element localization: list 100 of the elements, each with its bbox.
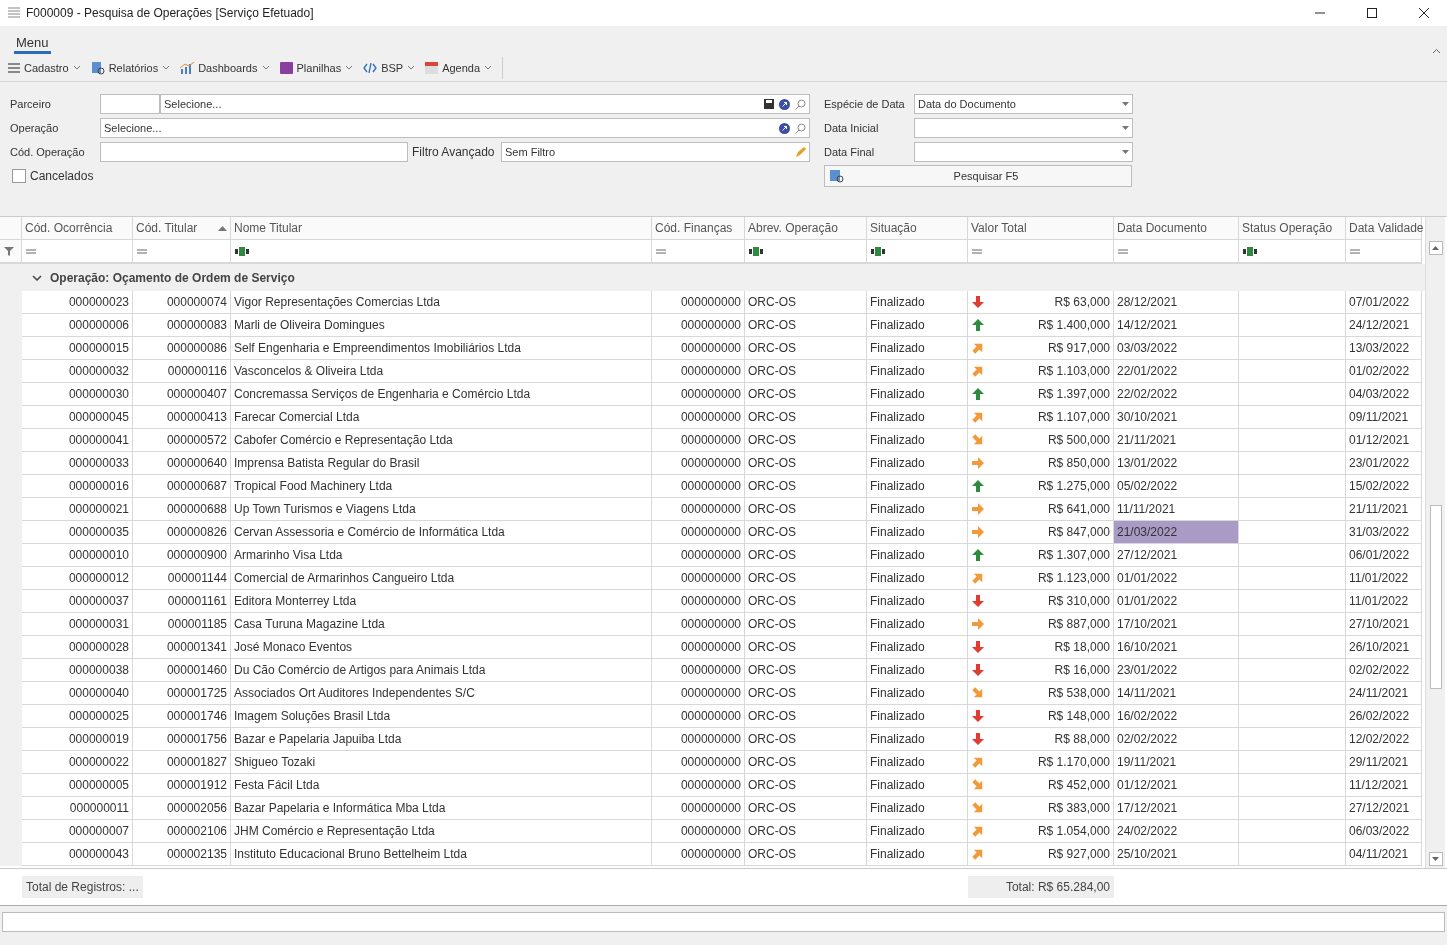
dropdown-arrow-icon[interactable]	[1122, 126, 1129, 130]
advanced-filter-field[interactable]: Sem Filtro	[501, 142, 810, 162]
trend-down-arrow-icon	[971, 295, 985, 309]
table-cell: Bazar e Papelaria Japuiba Ltda	[231, 728, 652, 751]
toolbar-menu-button[interactable]: Relatórios	[90, 60, 171, 75]
collapse-ribbon-icon[interactable]	[1432, 48, 1441, 54]
table-cell: 000000000	[652, 291, 745, 314]
open-link-icon[interactable]	[779, 98, 790, 110]
text-filter-icon[interactable]	[1243, 246, 1257, 256]
trend-up-right-arrow-icon	[971, 341, 985, 355]
text-filter-icon[interactable]	[235, 246, 249, 256]
toolbar-menu-button[interactable]: BSP	[363, 61, 416, 74]
save-icon[interactable]	[764, 99, 774, 109]
table-cell: 000000016	[22, 475, 133, 498]
table-cell: 000000010	[22, 544, 133, 567]
trend-down-arrow-icon	[971, 594, 985, 608]
table-cell: 000001144	[133, 567, 231, 590]
operation-field[interactable]: Selecione...	[100, 118, 810, 138]
filter-cell[interactable]	[745, 240, 867, 264]
table-cell: Finalizado	[867, 613, 968, 636]
table-cell: R$ 887,000	[968, 613, 1114, 636]
column-header[interactable]: Nome Titular	[231, 217, 652, 240]
dropdown-arrow-icon[interactable]	[1122, 150, 1129, 154]
equals-filter-icon[interactable]	[1350, 248, 1360, 254]
filter-cell[interactable]	[22, 240, 133, 264]
toolbar-menu-button[interactable]: Cadastro	[8, 61, 81, 74]
toolbar-menu-button[interactable]: Planilhas	[279, 61, 354, 74]
bar-chart-icon	[180, 61, 195, 74]
pencil-icon[interactable]	[795, 146, 806, 158]
filter-cell[interactable]	[1346, 240, 1422, 264]
column-header[interactable]: Cód. Titular	[133, 217, 231, 240]
table-cell: 000000000	[652, 452, 745, 475]
table-cell: Farecar Comercial Ltda	[231, 406, 652, 429]
table-cell: ORC-OS	[745, 843, 867, 866]
equals-filter-icon[interactable]	[656, 248, 666, 254]
filter-cell[interactable]	[1114, 240, 1239, 264]
chevron-down-icon[interactable]	[32, 274, 42, 281]
scroll-up-button[interactable]	[1428, 241, 1443, 255]
table-cell: ORC-OS	[745, 728, 867, 751]
partner-code-field[interactable]	[100, 94, 160, 114]
table-cell: 000000086	[133, 337, 231, 360]
trend-down-arrow-icon	[971, 663, 985, 677]
toolbar-menu-button[interactable]: Dashboards	[180, 61, 270, 74]
equals-filter-icon[interactable]	[1118, 248, 1128, 254]
table-cell: 06/01/2022	[1346, 544, 1422, 567]
text-filter-icon[interactable]	[749, 246, 763, 256]
table-cell: 000000023	[22, 291, 133, 314]
filter-cell[interactable]	[867, 240, 968, 264]
search-icon[interactable]	[795, 122, 806, 134]
maximize-icon[interactable]	[1367, 8, 1377, 18]
table-cell: 000000011	[22, 797, 133, 820]
scrollbar-thumb[interactable]	[1429, 505, 1442, 689]
table-cell: 000000000	[652, 590, 745, 613]
group-header: Operação: Oçamento de Ordem de Serviço	[50, 270, 295, 285]
table-cell: 14/12/2021	[1114, 314, 1239, 337]
table-cell: Finalizado	[867, 705, 968, 728]
total-value: Total: R$ 65.284,00	[968, 876, 1114, 898]
column-header[interactable]: Data Validade	[1346, 217, 1422, 240]
search-icon[interactable]	[795, 98, 806, 110]
filter-cell[interactable]	[231, 240, 652, 264]
filter-cell[interactable]	[968, 240, 1114, 264]
equals-filter-icon[interactable]	[972, 248, 982, 254]
open-link-icon[interactable]	[779, 122, 790, 134]
row-indicator[interactable]	[0, 843, 22, 866]
search-button[interactable]: Pesquisar F5	[824, 165, 1132, 187]
close-icon[interactable]	[1419, 8, 1429, 18]
filter-cell[interactable]	[652, 240, 745, 264]
column-header[interactable]: Abrev. Operação	[745, 217, 867, 240]
operation-code-field[interactable]	[100, 142, 408, 162]
table-cell: 27/10/2021	[1346, 613, 1422, 636]
table-cell: 000000032	[22, 360, 133, 383]
equals-filter-icon[interactable]	[26, 248, 36, 254]
table-cell: 17/10/2021	[1114, 613, 1239, 636]
table-cell: R$ 148,000	[968, 705, 1114, 728]
filter-icon[interactable]	[4, 246, 14, 256]
column-header[interactable]: Data Documento	[1114, 217, 1239, 240]
partner-field[interactable]: Selecione...	[160, 94, 810, 114]
checkbox[interactable]	[12, 169, 26, 183]
trend-right-arrow-icon	[971, 525, 985, 539]
text-filter-icon[interactable]	[871, 246, 885, 256]
date-type-dropdown[interactable]: Data do Documento	[914, 94, 1133, 114]
column-header[interactable]: Cód. Finanças	[652, 217, 745, 240]
table-cell: 000000012	[22, 567, 133, 590]
column-header[interactable]: Status Operação	[1239, 217, 1346, 240]
filter-cell[interactable]	[133, 240, 231, 264]
column-header[interactable]: Situação	[867, 217, 968, 240]
start-date-dropdown[interactable]	[914, 118, 1133, 138]
scroll-down-button[interactable]	[1428, 852, 1443, 866]
column-header[interactable]: Valor Total	[968, 217, 1114, 240]
filter-cell[interactable]	[1239, 240, 1346, 264]
menu-tab[interactable]: Menu	[14, 33, 51, 54]
toolbar-menu-button[interactable]: Agenda	[425, 61, 493, 74]
table-cell: Cabofer Comércio e Representação Ltda	[231, 429, 652, 452]
end-date-dropdown[interactable]	[914, 142, 1133, 162]
dropdown-arrow-icon[interactable]	[1122, 102, 1129, 106]
minimize-icon[interactable]	[1315, 12, 1325, 14]
equals-filter-icon[interactable]	[137, 248, 147, 254]
checkbox-label: Cancelados	[30, 169, 94, 183]
column-header[interactable]: Cód. Ocorrência	[22, 217, 133, 240]
table-cell: 13/03/2022	[1346, 337, 1422, 360]
